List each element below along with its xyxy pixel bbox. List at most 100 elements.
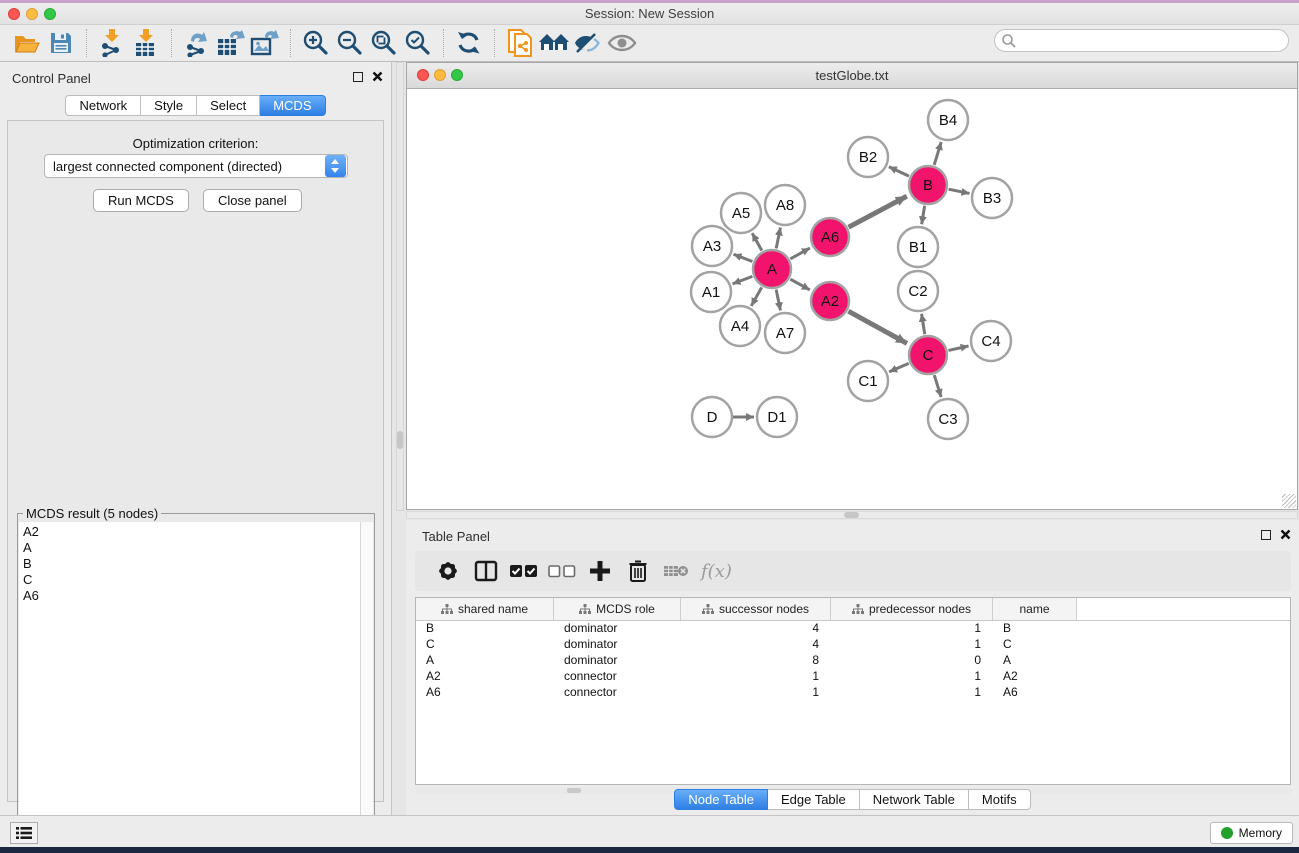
table-row[interactable]: Cdominator41C <box>416 637 1290 653</box>
zoom-traffic-light[interactable] <box>44 8 56 20</box>
column-header[interactable]: MCDS role <box>554 598 681 620</box>
edge-B-B3[interactable] <box>949 189 970 193</box>
close-panel-icon[interactable] <box>372 71 383 82</box>
table-cell[interactable]: B <box>416 621 554 637</box>
criterion-dropdown[interactable]: largest connected component (directed) <box>44 154 348 178</box>
result-list-item[interactable]: A6 <box>23 588 362 604</box>
export-network-icon[interactable] <box>180 28 214 58</box>
result-list-item[interactable]: B <box>23 556 362 572</box>
edge-A-A8[interactable] <box>776 228 780 249</box>
result-list-item[interactable]: A2 <box>23 524 362 540</box>
table-cell[interactable]: 1 <box>681 669 831 685</box>
table-row[interactable]: A2connector11A2 <box>416 669 1290 685</box>
table-cell[interactable]: dominator <box>554 621 681 637</box>
edge-B-B4[interactable] <box>934 142 941 165</box>
network-vertical-scrollbar[interactable] <box>396 62 404 511</box>
memory-button[interactable]: Memory <box>1210 822 1293 844</box>
mcds-result-list[interactable]: A2ABCA6 <box>19 522 362 849</box>
close-traffic-light[interactable] <box>8 8 20 20</box>
table-cell[interactable]: A6 <box>416 685 554 701</box>
edge-A6-B[interactable] <box>849 196 907 227</box>
edge-A2-C[interactable] <box>848 311 907 343</box>
float-panel-icon[interactable] <box>1261 530 1271 540</box>
import-table-icon[interactable] <box>129 28 163 58</box>
network-horizontal-scrollbar[interactable] <box>406 511 1298 519</box>
zoom-fit-icon[interactable] <box>367 28 401 58</box>
zoom-out-icon[interactable] <box>333 28 367 58</box>
network-canvas[interactable]: AA1A2A3A4A5A6A7A8BB1B2B3B4CC1C2C3C4DD1 <box>407 89 1297 509</box>
edge-B-B2[interactable] <box>889 167 909 176</box>
close-panel-button[interactable]: Close panel <box>203 189 302 212</box>
task-history-button[interactable] <box>10 822 38 844</box>
edge-C-C2[interactable] <box>922 314 925 335</box>
table-cell[interactable]: 1 <box>831 637 993 653</box>
tab-motifs[interactable]: Motifs <box>969 789 1031 810</box>
edge-A-A3[interactable] <box>733 254 752 261</box>
run-mcds-button[interactable]: Run MCDS <box>93 189 189 212</box>
export-image-icon[interactable] <box>248 28 282 58</box>
select-all-checks-icon[interactable] <box>505 556 543 586</box>
zoom-selected-icon[interactable] <box>401 28 435 58</box>
add-icon[interactable] <box>581 556 619 586</box>
show-details-icon[interactable] <box>605 28 639 58</box>
trash-icon[interactable] <box>619 556 657 586</box>
scrollbar-thumb[interactable] <box>397 431 403 449</box>
table-cell[interactable]: 8 <box>681 653 831 669</box>
table-cell[interactable]: 1 <box>831 621 993 637</box>
result-list-item[interactable]: C <box>23 572 362 588</box>
table-cell[interactable]: dominator <box>554 637 681 653</box>
table-cell[interactable]: connector <box>554 685 681 701</box>
table-cell[interactable]: A <box>416 653 554 669</box>
refresh-icon[interactable] <box>452 28 486 58</box>
result-scrollbar[interactable] <box>360 522 373 849</box>
node-table[interactable]: shared nameMCDS rolesuccessor nodesprede… <box>415 597 1291 785</box>
function-builder-icon[interactable]: f(x) <box>701 561 732 582</box>
edge-C-C3[interactable] <box>934 375 941 397</box>
column-header[interactable]: name <box>993 598 1077 620</box>
table-cell[interactable]: 4 <box>681 637 831 653</box>
clear-checks-icon[interactable] <box>543 556 581 586</box>
zoom-in-icon[interactable] <box>299 28 333 58</box>
split-columns-icon[interactable] <box>467 556 505 586</box>
edge-C-C4[interactable] <box>948 346 968 350</box>
table-cell[interactable]: 1 <box>831 685 993 701</box>
zoom-traffic-light[interactable] <box>451 69 463 81</box>
tab-edge-table[interactable]: Edge Table <box>768 789 860 810</box>
edge-A-A1[interactable] <box>733 276 753 283</box>
tab-style[interactable]: Style <box>141 95 197 116</box>
minimize-traffic-light[interactable] <box>434 69 446 81</box>
table-cell[interactable]: 1 <box>831 669 993 685</box>
gear-icon[interactable] <box>429 556 467 586</box>
network-document-icon[interactable] <box>503 28 537 58</box>
column-header[interactable]: predecessor nodes <box>831 598 993 620</box>
table-row[interactable]: Adominator80A <box>416 653 1290 669</box>
table-cell[interactable]: A <box>993 653 1077 669</box>
table-row[interactable]: Bdominator41B <box>416 621 1290 637</box>
edge-A-A7[interactable] <box>776 290 780 311</box>
tab-node-table[interactable]: Node Table <box>674 789 768 810</box>
hide-details-icon[interactable] <box>571 28 605 58</box>
close-panel-icon[interactable] <box>1280 529 1291 540</box>
search-box[interactable] <box>994 29 1289 52</box>
edge-A-A4[interactable] <box>751 287 761 306</box>
overview-houses-icon[interactable] <box>537 28 571 58</box>
table-cell[interactable]: dominator <box>554 653 681 669</box>
result-list-item[interactable]: A <box>23 540 362 556</box>
table-cell[interactable]: 0 <box>831 653 993 669</box>
column-header[interactable]: shared name <box>416 598 554 620</box>
delete-table-icon[interactable] <box>657 556 695 586</box>
close-traffic-light[interactable] <box>417 69 429 81</box>
edge-C-C1[interactable] <box>889 363 909 372</box>
tab-network-table[interactable]: Network Table <box>860 789 969 810</box>
minimize-traffic-light[interactable] <box>26 8 38 20</box>
edge-B-B1[interactable] <box>922 206 925 225</box>
import-network-icon[interactable] <box>95 28 129 58</box>
save-icon[interactable] <box>44 28 78 58</box>
table-cell[interactable]: C <box>993 637 1077 653</box>
table-cell[interactable]: B <box>993 621 1077 637</box>
edge-A-A5[interactable] <box>752 233 762 251</box>
scrollbar-thumb[interactable] <box>844 512 859 518</box>
export-table-icon[interactable] <box>214 28 248 58</box>
table-cell[interactable]: 4 <box>681 621 831 637</box>
edge-A-A2[interactable] <box>790 279 809 290</box>
